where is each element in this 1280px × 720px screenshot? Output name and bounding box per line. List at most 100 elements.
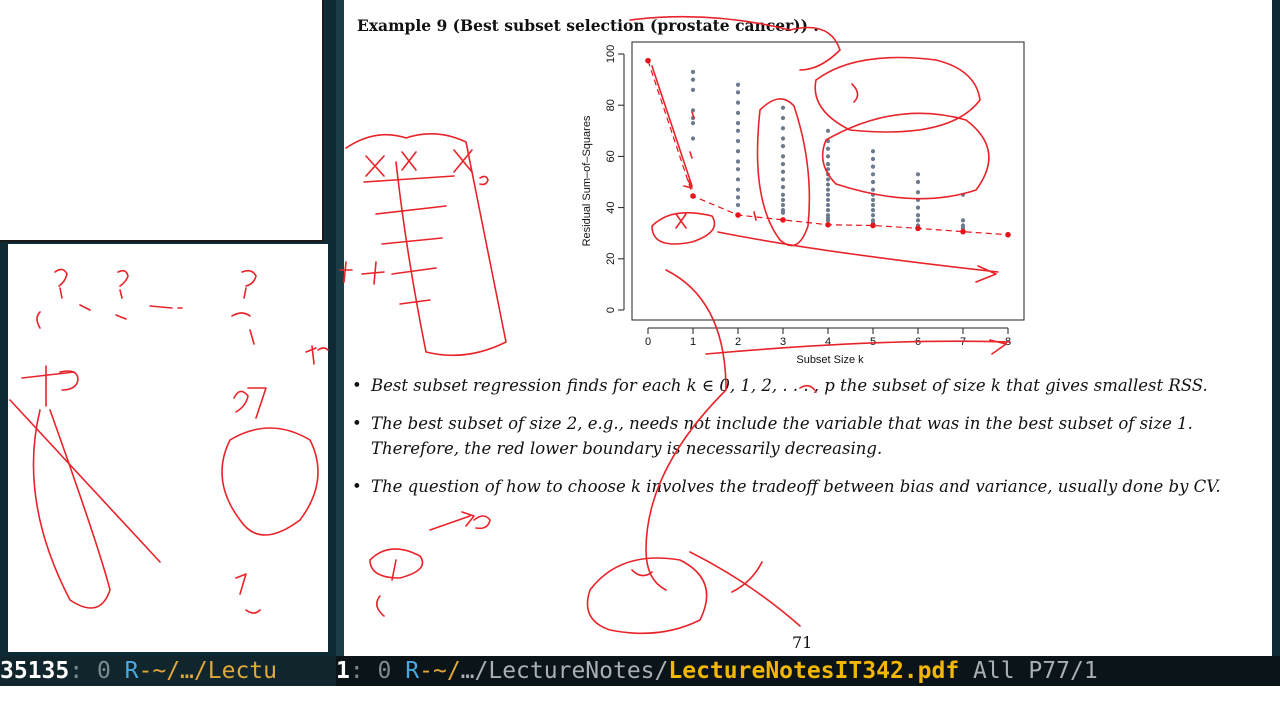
mode-letter: R <box>124 658 139 684</box>
subset-point <box>870 149 876 154</box>
subset-point <box>870 202 876 208</box>
buffer-position: All P77/1 <box>973 658 1098 684</box>
subset-point <box>825 138 831 144</box>
subset-point <box>870 208 876 213</box>
subset-point <box>825 192 831 197</box>
bullet-item-2: • The best subset of size 2, e.g., needs… <box>352 411 1257 461</box>
window-number: 35135 <box>0 658 70 684</box>
pdf-page-left-margin <box>336 0 344 656</box>
subset-point <box>735 82 741 87</box>
bullet-text: The question of how to choose k involves… <box>371 477 1221 496</box>
x-tick-label: 6 <box>915 336 921 348</box>
subset-point <box>825 172 831 177</box>
x-axis-label: Subset Size k <box>796 354 864 366</box>
window-divider[interactable] <box>328 0 336 656</box>
subset-point <box>825 177 831 182</box>
window-number: 1 <box>336 658 350 684</box>
subset-point <box>690 87 696 92</box>
subset-point <box>735 167 741 172</box>
subset-point <box>960 192 966 197</box>
modeline-left-window[interactable]: 35135: 0 R-~/…/Lectu <box>0 656 336 686</box>
bullet-text: The best subset of size 2, e.g., needs n… <box>371 414 1193 458</box>
bullet-item-3: • The question of how to choose k involv… <box>352 474 1257 499</box>
minibuffer[interactable] <box>0 686 1280 720</box>
bullet-item-1: • Best subset regression finds for each … <box>352 373 1257 398</box>
modeline-separator: : 0 <box>69 658 111 684</box>
subset-point <box>690 69 696 75</box>
subset-point <box>780 144 786 149</box>
mode-letter: R <box>405 658 420 684</box>
y-tick-label: 100 <box>605 45 617 63</box>
subset-point <box>735 138 741 144</box>
x-tick-label: 2 <box>735 336 741 348</box>
subset-point <box>825 187 831 192</box>
best-subset-point <box>960 228 966 235</box>
subset-point <box>735 159 741 164</box>
subset-point <box>780 185 786 190</box>
rss-scatter-chart: 0 20 40 60 80 100 0 1 2 3 4 5 6 7 8 Subset Size k Res… <box>581 41 1025 366</box>
modeline-separator: : 0 <box>349 658 392 684</box>
path-prefix: -~/ <box>419 658 461 684</box>
buffer-path: -~/…/Lectu <box>138 658 277 684</box>
bullet-text: Best subset regression finds for each k … <box>371 376 1208 395</box>
subset-point <box>780 192 786 197</box>
y-tick-label: 0 <box>605 307 617 313</box>
subset-point <box>870 197 876 203</box>
best-subset-point <box>690 193 696 199</box>
best-subset-point <box>645 57 651 64</box>
page-number: 71 <box>792 633 813 652</box>
pdf-page-right-margin <box>1272 0 1280 656</box>
subset-point <box>780 210 786 215</box>
subset-point <box>735 177 741 182</box>
subset-point <box>690 77 696 82</box>
subset-point <box>915 172 921 177</box>
left-pane-lower-canvas[interactable] <box>8 244 328 652</box>
subset-point <box>735 121 741 126</box>
modeline-right-window[interactable]: 1: 0 R-~/…/LectureNotes/LectureNotesIT34… <box>336 656 1280 686</box>
subset-point <box>825 146 831 151</box>
subset-point <box>915 190 921 195</box>
subset-point <box>735 149 741 154</box>
subset-point <box>780 115 786 121</box>
subset-point <box>690 136 696 141</box>
left-pane-upper-canvas[interactable] <box>0 0 324 242</box>
subset-point <box>870 164 876 169</box>
subset-point <box>780 161 786 167</box>
subset-point <box>825 161 831 167</box>
buffer-filename: LectureNotesIT342.pdf <box>668 658 960 684</box>
best-subset-point <box>915 225 921 232</box>
subset-point <box>690 108 696 113</box>
subset-point <box>870 156 876 162</box>
x-axis: 0 1 2 3 4 5 6 7 8 <box>645 327 1011 348</box>
subset-point <box>825 182 831 187</box>
subset-point <box>915 205 921 210</box>
subset-point <box>735 202 741 208</box>
subset-point <box>780 154 786 159</box>
bullet-symbol: • <box>352 477 362 496</box>
subset-point <box>735 128 741 133</box>
subset-point <box>915 197 921 203</box>
subset-point <box>825 154 831 159</box>
subset-point <box>915 213 921 218</box>
subset-point <box>960 218 966 223</box>
best-subset-point <box>870 222 876 229</box>
subset-point <box>735 100 741 105</box>
subset-point <box>690 115 696 121</box>
y-tick-label: 80 <box>605 99 617 111</box>
x-tick-label: 8 <box>1005 336 1011 348</box>
best-subset-point <box>780 217 786 223</box>
subset-point <box>870 172 876 177</box>
subset-point <box>735 110 741 115</box>
subset-point <box>690 121 696 126</box>
subset-point <box>780 105 786 110</box>
y-tick-label: 60 <box>605 150 617 162</box>
x-tick-label: 1 <box>690 336 696 348</box>
y-axis: 0 20 40 60 80 100 <box>605 45 625 313</box>
y-tick-label: 20 <box>605 253 617 265</box>
subset-point <box>735 90 741 95</box>
subset-point <box>780 136 786 141</box>
subset-point <box>735 195 741 200</box>
x-tick-label: 4 <box>825 336 831 348</box>
bullet-symbol: • <box>352 414 362 433</box>
x-tick-label: 3 <box>780 336 786 348</box>
